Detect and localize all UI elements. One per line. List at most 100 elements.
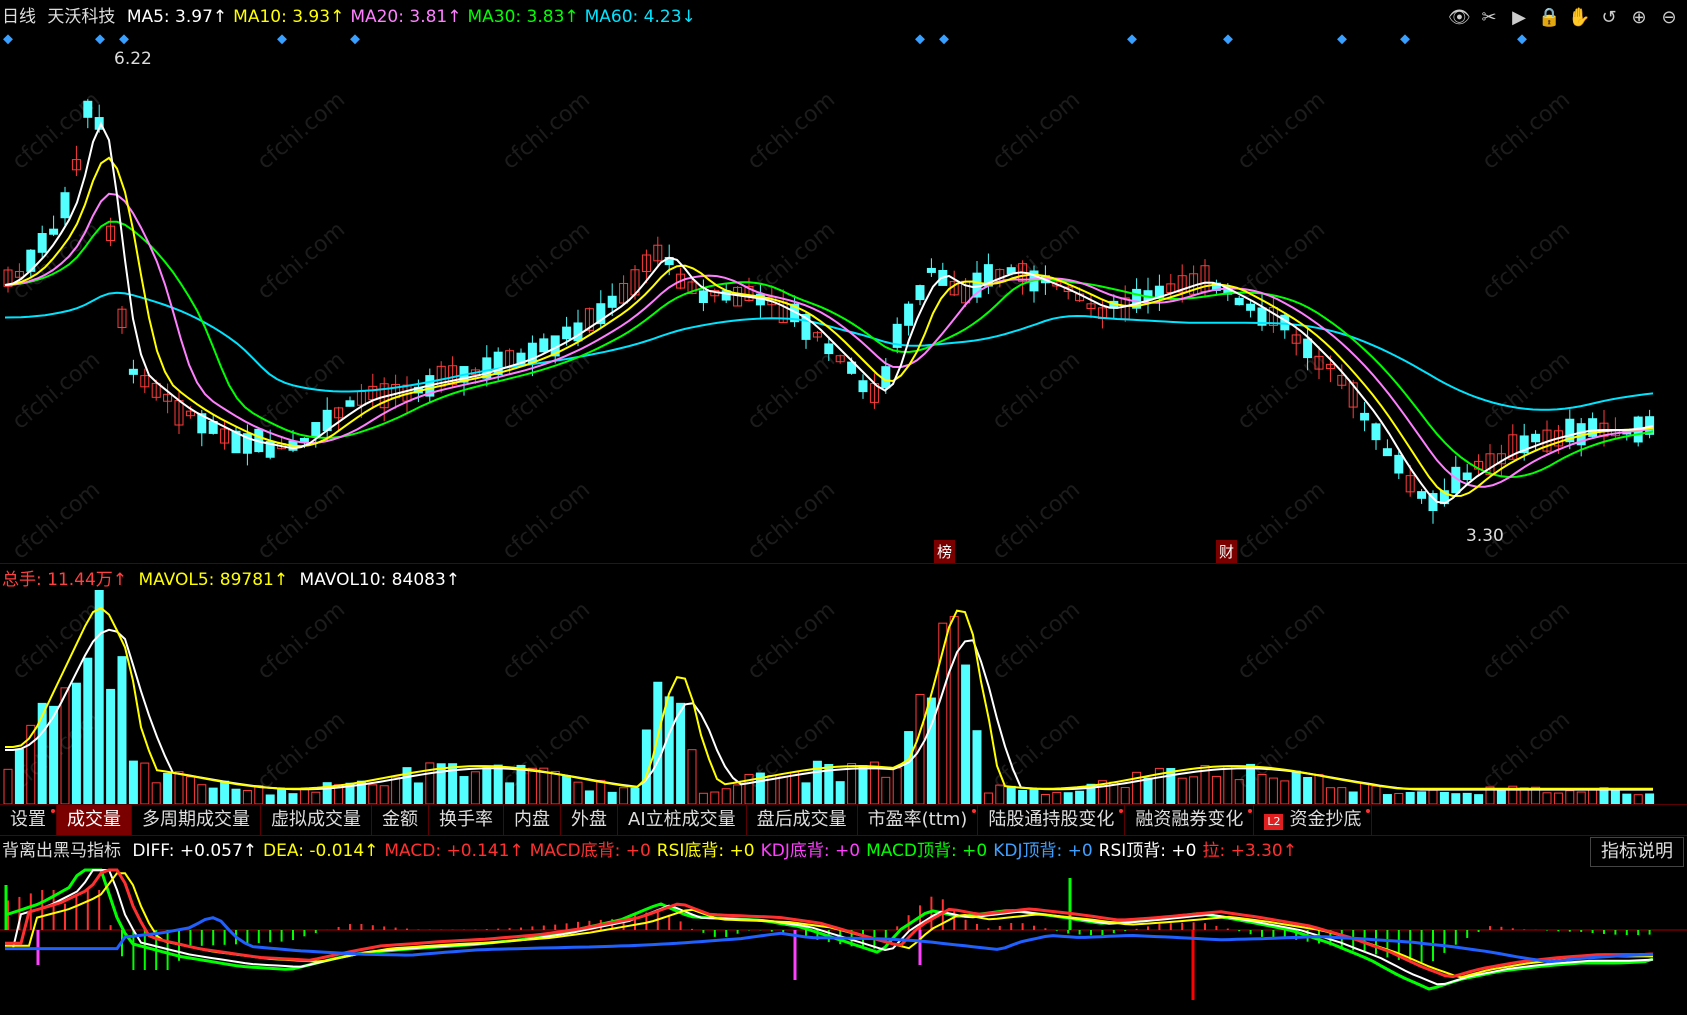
volume-bar xyxy=(1382,794,1392,804)
volume-bar xyxy=(835,781,845,804)
volume-bar xyxy=(926,697,936,804)
volume-bar xyxy=(37,702,47,804)
candle-body xyxy=(1394,454,1404,474)
l2-badge: L2 xyxy=(1264,814,1284,830)
tab-item[interactable]: 外盘 xyxy=(561,805,618,835)
hand-icon[interactable]: ✋ xyxy=(1568,7,1590,29)
watermark-text: cfchi.com xyxy=(1233,477,1330,562)
watermark-text: cfchi.com xyxy=(253,217,350,304)
volume-bar xyxy=(1018,789,1028,804)
price-chart[interactable]: cfchi.com cfchi.com cfchi.com cfchi.com cfch… xyxy=(0,30,1687,562)
volume-chart[interactable]: cfchi.com cfchi.com cfchi.com cfchi.com cfch… xyxy=(0,590,1687,804)
indicator-header: 背离出黑马指标 DIFF: +0.057↑ DEA: -0.014↑ MACD: +… xyxy=(2,841,1309,861)
tab-item[interactable]: 市盈率(ttm) xyxy=(858,805,979,835)
candle-body xyxy=(698,290,708,304)
volume-bar xyxy=(277,789,287,804)
tab-label: 金额 xyxy=(382,809,418,830)
indicator-chart[interactable] xyxy=(0,868,1687,1015)
total-volume: 总手: 11.44万↑ xyxy=(2,570,128,590)
volume-bar xyxy=(584,790,594,804)
volume-bar xyxy=(1029,788,1039,804)
watermark-text: cfchi.com xyxy=(8,347,105,434)
candle-body xyxy=(60,192,70,219)
event-diamond-icon xyxy=(915,34,925,45)
volume-bar xyxy=(368,784,378,804)
indicator-tabbar: 设置 成交量 多周期成交量 虚拟成交量 金额 换手率 内盘 外盘 AI立桩成交量 盘后成交量 市盈率… xyxy=(0,804,1687,836)
tab-item[interactable]: 设置 xyxy=(0,805,57,835)
tab-dot-icon xyxy=(972,809,977,813)
badge-cai[interactable]: 财 xyxy=(1216,540,1238,563)
tab-item[interactable]: 多周期成交量 xyxy=(132,805,261,835)
watermark-text: cfchi.com xyxy=(1478,347,1575,434)
indicator-value: MACD顶背: +0 xyxy=(866,841,988,861)
ma-label: MA5: 3.97↑ xyxy=(126,7,228,27)
tab-item[interactable]: 虚拟成交量 xyxy=(261,805,372,835)
volume-bar xyxy=(1622,793,1632,804)
undo-icon[interactable]: ↺ xyxy=(1598,7,1620,29)
volume-bar xyxy=(1394,792,1404,804)
tab-item[interactable]: 融资融券变化 xyxy=(1125,805,1255,835)
badge-bang[interactable]: 榜 xyxy=(934,540,956,563)
volume-bar xyxy=(892,767,902,804)
tab-item[interactable]: 换手率 xyxy=(429,805,504,835)
volume-bar xyxy=(1645,793,1655,804)
volume-bar xyxy=(288,793,298,804)
volume-bar xyxy=(858,765,868,804)
candle-body xyxy=(345,400,355,407)
ma-label: MA10: 3.93↑ xyxy=(233,7,345,27)
tab-item[interactable]: 金额 xyxy=(372,805,429,835)
volume-bar xyxy=(562,775,572,804)
event-diamond-icon xyxy=(3,34,13,45)
volume-bar xyxy=(790,771,800,804)
tab-label: 陆股通持股变化 xyxy=(988,809,1115,830)
watermark-text: cfchi.com xyxy=(498,347,595,434)
tab-item[interactable]: L2 资金抄底 xyxy=(1254,805,1373,835)
indicator-value: DIFF: +0.057↑ xyxy=(132,841,258,861)
tab-item[interactable]: 陆股通持股变化 xyxy=(978,805,1126,835)
replay-icon[interactable]: ▶ xyxy=(1508,7,1530,29)
candle-body xyxy=(1531,433,1541,443)
tab-item[interactable]: AI立桩成交量 xyxy=(618,805,747,835)
volume-bar xyxy=(1143,777,1153,804)
volume-bar xyxy=(1576,791,1586,804)
indicator-legend: DIFF: +0.057↑ DEA: -0.014↑ MACD: +0.141↑ MA… xyxy=(132,841,1303,861)
zoom-out-icon[interactable]: ⊖ xyxy=(1658,7,1680,29)
tab-item[interactable]: 盘后成交量 xyxy=(747,805,858,835)
volume-bar xyxy=(1052,791,1062,804)
candle-body xyxy=(562,326,572,340)
tab-item[interactable]: 内盘 xyxy=(504,805,561,835)
volume-bar xyxy=(470,771,480,804)
indicator-value: KDJ底背: +0 xyxy=(760,841,861,861)
period-label[interactable]: 日线 xyxy=(2,7,36,27)
volume-bar xyxy=(311,791,321,804)
tab-label: 外盘 xyxy=(571,809,607,830)
volume-bar xyxy=(117,656,127,804)
mavol5: MAVOL5: 89781↑ xyxy=(138,570,289,590)
watermark-text: cfchi.com xyxy=(743,347,840,434)
lock-icon[interactable]: 🔒 xyxy=(1538,7,1560,29)
volume-bar xyxy=(1496,789,1506,804)
volume-bar xyxy=(379,785,389,804)
eye-icon[interactable]: 👁 xyxy=(1448,7,1471,29)
volume-bar xyxy=(1120,787,1130,804)
volume-bar xyxy=(1314,774,1324,804)
tab-label: 换手率 xyxy=(439,809,493,830)
trend-line-red xyxy=(5,868,1654,979)
scissors-icon[interactable]: ✂ xyxy=(1478,7,1500,29)
candle-body xyxy=(1382,448,1392,457)
volume-bar xyxy=(14,748,24,804)
volume-bar xyxy=(413,782,423,804)
volume-bar xyxy=(185,776,195,804)
indicator-help-button[interactable]: 指标说明 xyxy=(1590,837,1684,867)
volume-bar xyxy=(265,794,275,804)
tab-item[interactable]: 成交量 xyxy=(57,805,132,835)
volume-bar xyxy=(1223,765,1233,804)
indicator-name[interactable]: 背离出黑马指标 xyxy=(2,841,121,861)
volume-bar xyxy=(801,782,811,804)
watermark-text: cfchi.com xyxy=(1233,597,1330,684)
zoom-in-icon[interactable]: ⊕ xyxy=(1628,7,1650,29)
tab-label: 内盘 xyxy=(514,809,550,830)
volume-bar xyxy=(630,787,640,804)
volume-bar xyxy=(698,792,708,804)
event-diamond-icon xyxy=(277,34,287,45)
